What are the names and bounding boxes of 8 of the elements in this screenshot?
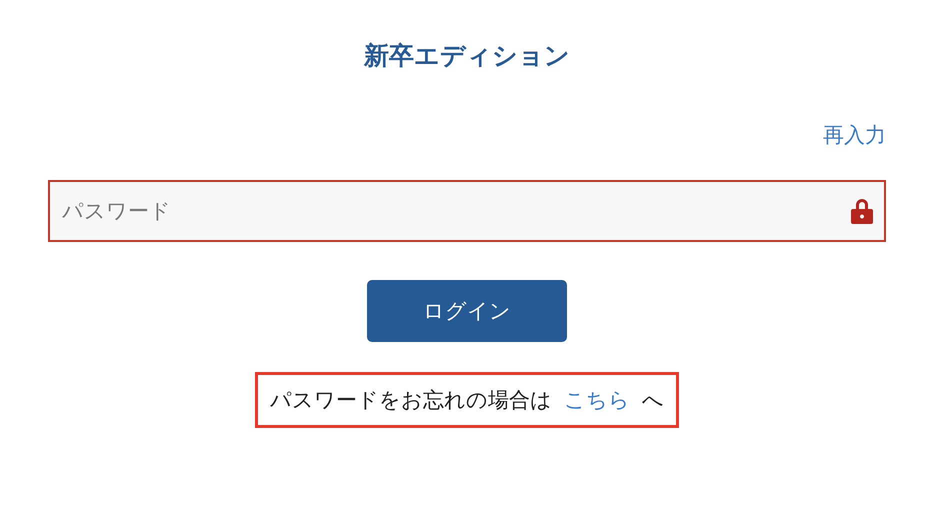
forgot-suffix: へ bbox=[642, 387, 664, 414]
password-field[interactable]: パスワード bbox=[48, 180, 886, 242]
page-title: 新卒エディション bbox=[364, 40, 570, 72]
forgot-link[interactable]: こちら bbox=[564, 386, 630, 414]
forgot-text: パスワードをお忘れの場合は bbox=[270, 387, 552, 414]
reenter-link[interactable]: 再入力 bbox=[823, 120, 886, 150]
lock-icon bbox=[851, 197, 873, 225]
login-button[interactable]: ログイン bbox=[367, 280, 567, 342]
